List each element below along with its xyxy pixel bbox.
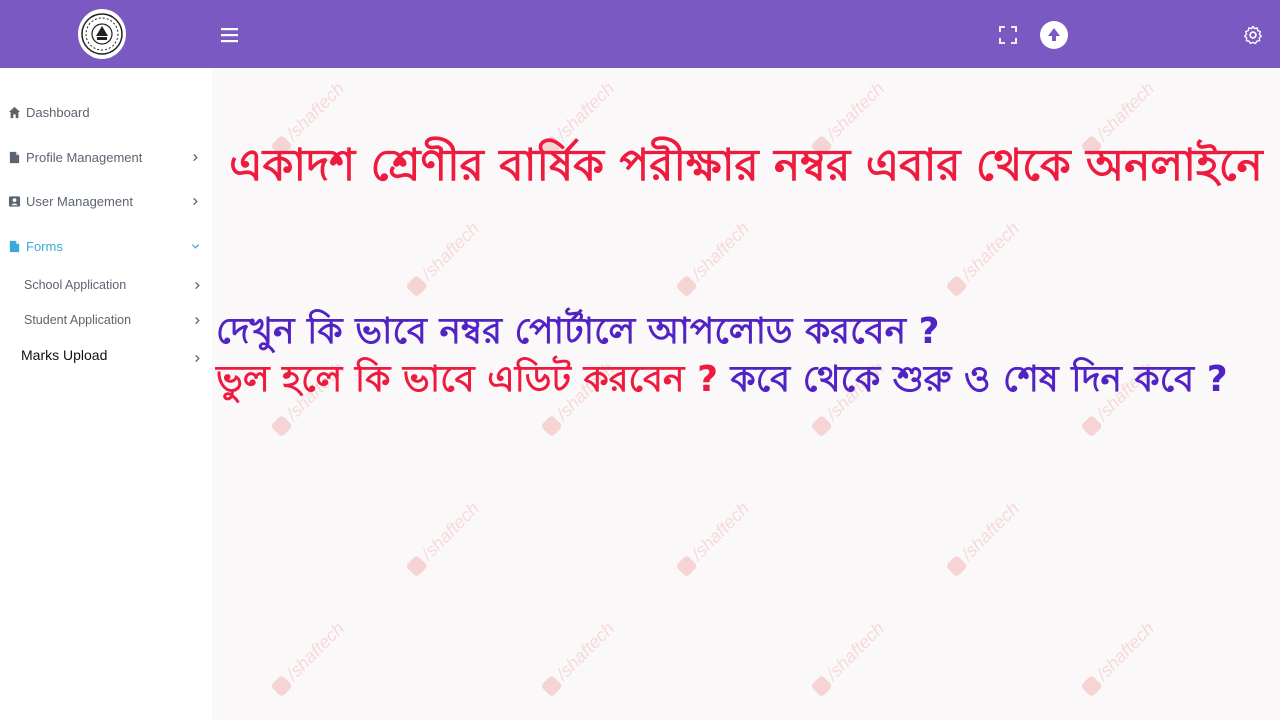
sidebar-subitem-marks-upload[interactable]: Marks Upload (0, 340, 212, 370)
headline-overlay-text: একাদশ শ্রেণীর বার্ষিক পরীক্ষার নম্বর এবা… (229, 140, 1263, 191)
question-text-2-red: ভুল হলে কি ভাবে এডিট করবেন ? (216, 359, 718, 400)
watermark: /shaftech (403, 218, 484, 299)
watermark: /shaftech (943, 218, 1024, 299)
top-bar (0, 0, 1280, 68)
sidebar-menu: Dashboard Profile Management User Manage… (0, 68, 200, 458)
question-text-2: ভুল হলে কি ভাবে এডিট করবেন ? কবে থেকে শু… (216, 358, 1276, 402)
fullscreen-icon (999, 26, 1017, 44)
watermark: /shaftech (1078, 618, 1159, 699)
user-avatar[interactable] (1040, 21, 1068, 49)
sidebar-subitem-label: School Application (24, 278, 127, 292)
chevron-down-icon (191, 243, 200, 249)
question-text-2-blue: কবে থেকে শুরু ও শেষ দিন কবে ? (717, 359, 1228, 400)
settings-button[interactable] (1242, 24, 1264, 46)
sidebar-item-dashboard[interactable]: Dashboard (0, 94, 212, 130)
watermark: /shaftech (268, 618, 349, 699)
sidebar-subitem-school-application[interactable]: School Application (0, 270, 212, 300)
sidebar-item-label: Dashboard (26, 104, 90, 120)
sidebar-item-label: Profile Management (26, 149, 143, 165)
chevron-right-icon (193, 197, 198, 205)
chevron-right-icon (195, 281, 200, 289)
home-icon (8, 106, 21, 118)
sidebar-subitem-label: Marks Upload (21, 347, 108, 363)
watermark: /shaftech (808, 618, 889, 699)
chevron-right-icon (195, 354, 200, 363)
fullscreen-button[interactable] (998, 25, 1018, 45)
watermark: /shaftech (943, 498, 1024, 579)
watermark: /shaftech (673, 498, 754, 579)
sidebar-item-forms[interactable]: Forms (0, 228, 212, 264)
hamburger-icon (221, 28, 238, 43)
avatar-icon (1048, 28, 1060, 41)
gear-icon (1244, 25, 1262, 45)
document-icon (9, 240, 20, 252)
sidebar-subitem-label: Student Application (24, 313, 132, 327)
user-card-icon (8, 195, 21, 207)
sidebar: Dashboard Profile Management User Manage… (0, 68, 212, 720)
watermark: /shaftech (673, 218, 754, 299)
sidebar-item-profile-management[interactable]: Profile Management (0, 139, 212, 175)
sidebar-subitem-student-application[interactable]: Student Application (0, 305, 212, 335)
chevron-right-icon (193, 153, 198, 161)
watermark: /shaftech (403, 498, 484, 579)
chevron-right-icon (195, 316, 200, 324)
sidebar-item-label: Forms (26, 238, 63, 254)
watermark: /shaftech (538, 618, 619, 699)
school-emblem-logo (78, 9, 126, 59)
sidebar-item-label: User Management (26, 193, 133, 209)
sidebar-item-user-management[interactable]: User Management (0, 183, 212, 219)
document-icon (9, 151, 20, 163)
hamburger-menu-button[interactable] (219, 24, 241, 46)
question-text-1: দেখুন কি ভাবে নম্বর পোর্টালে আপলোড করবেন… (216, 311, 940, 352)
